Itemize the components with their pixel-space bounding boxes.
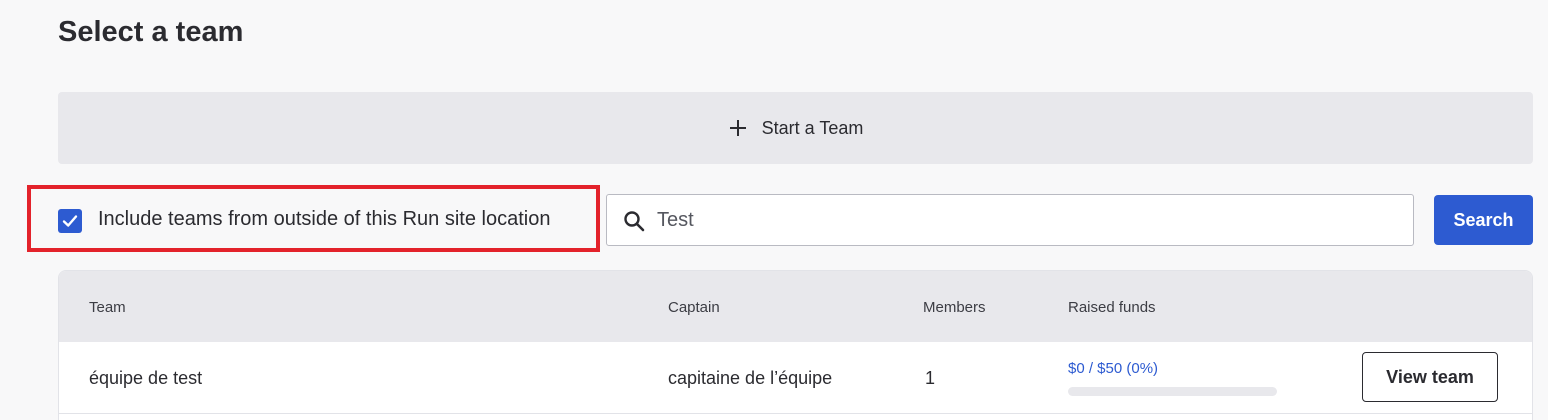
start-team-button[interactable]: Start a Team [58, 92, 1533, 164]
raised-funds-text: $0 / $50 (0%) [1068, 360, 1159, 377]
members-count: 1 [925, 368, 936, 388]
header-raised-funds: Raised funds [1068, 299, 1156, 316]
search-input[interactable] [657, 195, 1397, 245]
include-outside-checkbox[interactable] [58, 209, 82, 233]
captain-name: capitaine de l’équipe [668, 368, 833, 388]
header-captain: Captain [668, 299, 720, 316]
table-row: équipe de test capitaine de l’équipe 1 $… [59, 342, 1532, 414]
search-button[interactable]: Search [1434, 195, 1533, 245]
view-team-button[interactable]: View team [1362, 352, 1498, 402]
page-title: Select a team [58, 16, 244, 48]
include-outside-label[interactable]: Include teams from outside of this Run s… [98, 208, 550, 231]
plus-icon [729, 120, 746, 136]
header-team: Team [89, 299, 126, 316]
funds-progress-bar [1068, 387, 1277, 396]
search-icon [624, 211, 645, 232]
search-field[interactable] [606, 194, 1414, 246]
start-team-label: Start a Team [761, 117, 864, 138]
team-name: équipe de test [89, 368, 203, 388]
header-members: Members [923, 299, 986, 316]
check-icon [62, 215, 78, 227]
table-header: Team Captain Members Raised funds [59, 271, 1532, 342]
teams-table: Team Captain Members Raised funds équipe… [58, 270, 1533, 420]
